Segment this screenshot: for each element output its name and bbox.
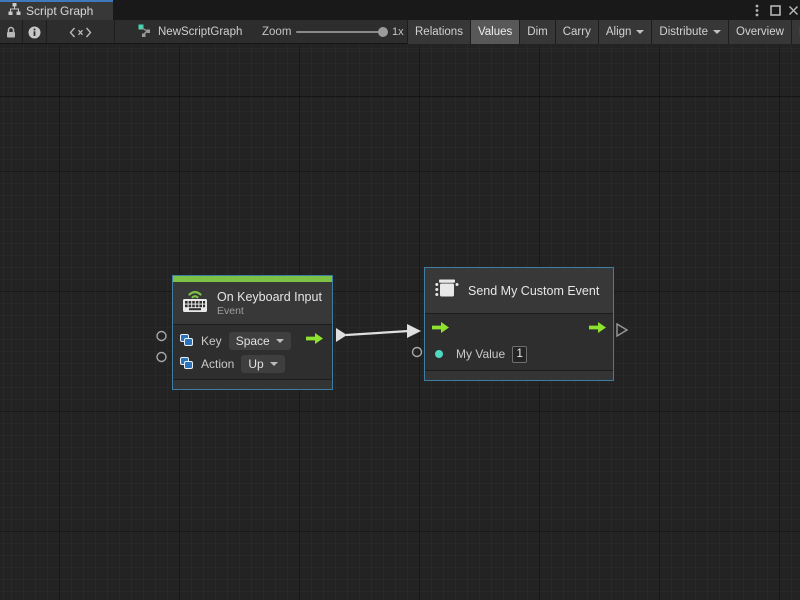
carry-button[interactable]: Carry xyxy=(555,20,598,44)
graph-toolbar: NewScriptGraph Zoom 1x Relations Values … xyxy=(0,20,800,44)
graph-asset-icon xyxy=(138,24,152,40)
node-header: On Keyboard Input Event xyxy=(173,282,332,325)
connections-overlay xyxy=(0,45,800,600)
chevron-down-icon xyxy=(636,30,644,34)
zoom-label: Zoom xyxy=(262,20,291,44)
kebab-menu-icon[interactable] xyxy=(749,0,765,20)
control-output-arrow-icon[interactable] xyxy=(589,321,606,339)
node-header: Send My Custom Event xyxy=(425,268,613,314)
fullscreen-button[interactable]: Full S xyxy=(791,20,800,44)
action-value-port[interactable] xyxy=(157,353,166,362)
node-body: My Value 1 xyxy=(425,314,613,370)
values-button[interactable]: Values xyxy=(470,20,519,44)
node-footer xyxy=(425,370,613,380)
port-row-key: Key Space xyxy=(180,330,325,351)
key-value-port[interactable] xyxy=(157,332,166,341)
script-graph-window: Script Graph NewScriptGraph Zoom xyxy=(0,0,800,600)
control-output-port-outline[interactable] xyxy=(617,324,627,336)
enum-type-icon xyxy=(180,334,194,347)
chevron-down-icon xyxy=(713,30,721,34)
enum-type-icon xyxy=(180,357,194,370)
keyboard-wireless-icon xyxy=(182,288,208,318)
zoom-slider-track[interactable] xyxy=(296,31,384,33)
lock-icon[interactable] xyxy=(0,20,23,44)
tab-title: Script Graph xyxy=(26,4,93,18)
my-value-input[interactable]: 1 xyxy=(512,346,527,363)
wire-start-triangle[interactable] xyxy=(336,328,347,342)
align-dropdown-button[interactable]: Align xyxy=(598,20,652,44)
code-brackets-icon[interactable] xyxy=(47,20,115,44)
node-footer xyxy=(173,379,332,389)
node-subtitle: Event xyxy=(217,305,322,317)
control-wire[interactable] xyxy=(336,324,421,342)
tab-bar: Script Graph xyxy=(0,0,800,20)
wire-arrowhead[interactable] xyxy=(407,324,421,338)
node-on-keyboard-input[interactable]: On Keyboard Input Event Key Space xyxy=(172,275,333,390)
value-port-dot-icon[interactable] xyxy=(435,350,443,358)
control-output-arrow-icon[interactable] xyxy=(306,332,323,350)
script-graph-icon xyxy=(8,2,21,20)
port-row-control xyxy=(432,319,606,341)
tab-script-graph[interactable]: Script Graph xyxy=(0,0,113,20)
control-input-arrow-icon[interactable] xyxy=(432,321,449,339)
wire-line[interactable] xyxy=(346,331,409,335)
custom-event-icon xyxy=(434,277,459,305)
graph-canvas[interactable]: On Keyboard Input Event Key Space xyxy=(0,45,800,600)
graph-name: NewScriptGraph xyxy=(158,26,242,38)
node-send-my-custom-event[interactable]: Send My Custom Event My Value 1 xyxy=(424,267,614,381)
port-row-my-value: My Value 1 xyxy=(432,343,606,365)
port-row-action: Action Up xyxy=(180,353,325,374)
node-body: Key Space Action Up xyxy=(173,325,332,379)
close-icon[interactable] xyxy=(785,0,800,20)
node-title: Send My Custom Event xyxy=(468,284,599,298)
my-value-port[interactable] xyxy=(413,348,422,357)
key-dropdown[interactable]: Space xyxy=(229,332,291,350)
overview-button[interactable]: Overview xyxy=(728,20,791,44)
chevron-down-icon xyxy=(276,339,284,343)
action-dropdown[interactable]: Up xyxy=(241,355,284,373)
zoom-slider-thumb[interactable] xyxy=(378,27,388,37)
info-icon[interactable] xyxy=(23,20,47,44)
relations-button[interactable]: Relations xyxy=(407,20,470,44)
maximize-icon[interactable] xyxy=(767,0,783,20)
graph-breadcrumb[interactable]: NewScriptGraph xyxy=(138,20,242,44)
zoom-value: 1x xyxy=(392,20,404,44)
distribute-dropdown-button[interactable]: Distribute xyxy=(651,20,728,44)
dim-button[interactable]: Dim xyxy=(519,20,554,44)
chevron-down-icon xyxy=(270,362,278,366)
toolbar-button-strip: Relations Values Dim Carry Align Distrib… xyxy=(407,20,800,44)
node-title: On Keyboard Input xyxy=(217,290,322,304)
